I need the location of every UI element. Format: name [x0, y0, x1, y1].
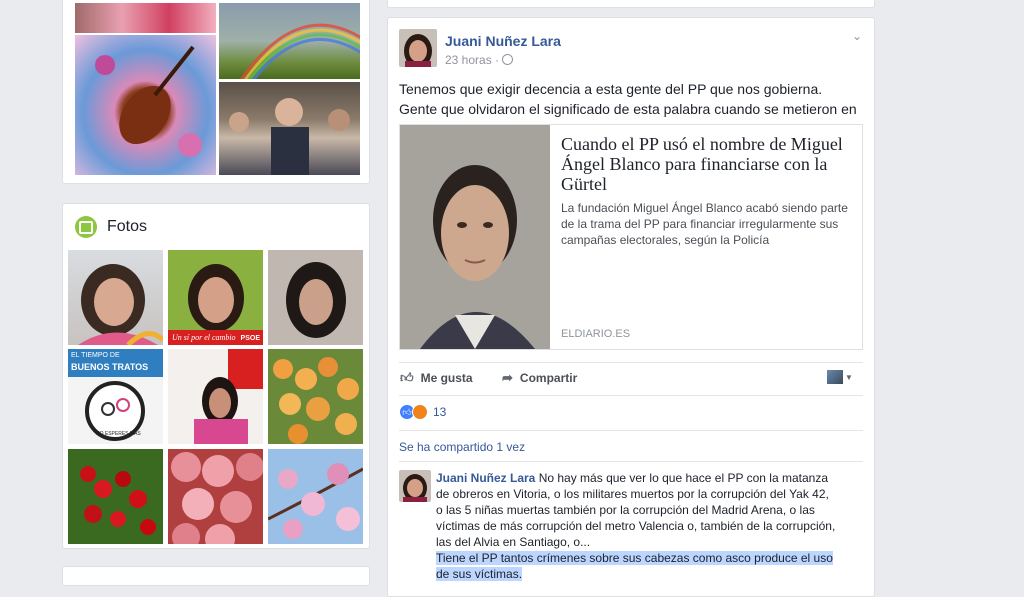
comment-author[interactable]: Juani Nuñez Lara: [436, 471, 535, 485]
post-card: Juani Nuñez Lara 23 horas · ⌄ Tenemos qu…: [387, 17, 875, 597]
share-label: Compartir: [519, 371, 578, 385]
photo-thumb[interactable]: [268, 349, 363, 444]
photo-thumb[interactable]: [168, 449, 263, 544]
separator-dot: ·: [495, 53, 503, 67]
author-avatar[interactable]: [399, 29, 437, 67]
photos-header[interactable]: Fotos: [75, 215, 147, 239]
violin-image[interactable]: [75, 35, 216, 175]
divider: [399, 461, 863, 462]
thumbs-up-icon: 👍︎: [400, 370, 414, 385]
profile-thumbnail-icon: [827, 370, 843, 384]
reactions-summary[interactable]: 👍︎ 13: [399, 404, 446, 420]
comment: Juani Nuñez Lara No hay más que ver lo q…: [436, 470, 838, 582]
photo-thumb[interactable]: [268, 449, 363, 544]
divider: [399, 395, 863, 396]
next-card: [62, 566, 370, 586]
like-label: Me gusta: [420, 371, 473, 385]
link-domain: ELDIARIO.ES: [561, 328, 631, 340]
caret-down-icon: ▼: [845, 372, 853, 382]
post-time[interactable]: 23 horas: [445, 53, 492, 67]
photos-title[interactable]: Fotos: [107, 218, 147, 236]
commenter-avatar[interactable]: [399, 470, 431, 502]
angry-reaction-icon: [412, 404, 428, 420]
photo-banner-text: Un sí por el cambio: [172, 333, 236, 342]
link-preview-image[interactable]: [400, 125, 550, 349]
globe-icon: [502, 54, 514, 65]
thumb-text: NO ESPERES MÁS: [96, 431, 141, 437]
post-author[interactable]: Juani Nuñez Lara: [445, 33, 561, 49]
divider: [399, 362, 863, 363]
photos-icon: [75, 216, 97, 238]
photo-thumb[interactable]: Un sí por el cambio PSOE: [168, 250, 263, 345]
link-preview[interactable]: Cuando el PP usó el nombre de Miguel Áng…: [399, 124, 863, 350]
rainbow-image[interactable]: [219, 3, 360, 79]
images-card: [62, 0, 370, 184]
divider: [399, 430, 863, 431]
photo-thumb[interactable]: [68, 250, 163, 345]
shares-link[interactable]: Se ha compartido 1 vez: [399, 440, 525, 454]
link-title[interactable]: Cuando el PP usó el nombre de Miguel Áng…: [561, 134, 855, 194]
crowd-image[interactable]: [219, 82, 360, 175]
flowers-image[interactable]: [75, 3, 216, 33]
photo-thumb[interactable]: [68, 449, 163, 544]
like-button[interactable]: 👍︎ Me gusta: [400, 370, 473, 386]
photos-card: Fotos Un sí por el cambio PSOE EL TIEMPO…: [62, 203, 370, 549]
audience-selector[interactable]: ▼: [827, 370, 853, 384]
photo-thumb[interactable]: EL TIEMPO DE BUENOS TRATOS NO ESPERES MÁ…: [68, 349, 163, 444]
reactions-count[interactable]: 13: [433, 405, 446, 419]
psoe-logo-text: PSOE: [240, 335, 260, 342]
chevron-down-icon[interactable]: ⌄: [852, 29, 862, 43]
share-button[interactable]: ➦ Compartir: [502, 370, 577, 386]
post-meta: 23 horas ·: [445, 53, 514, 67]
share-icon: ➦: [502, 370, 513, 385]
photo-thumb[interactable]: [168, 349, 263, 444]
previous-post-card: [387, 0, 875, 8]
comment-highlighted-text: Tiene el PP tantos crímenes sobre sus ca…: [436, 551, 833, 581]
link-description: La fundación Miguel Ángel Blanco acabó s…: [561, 201, 848, 247]
photo-thumb[interactable]: [268, 250, 363, 345]
